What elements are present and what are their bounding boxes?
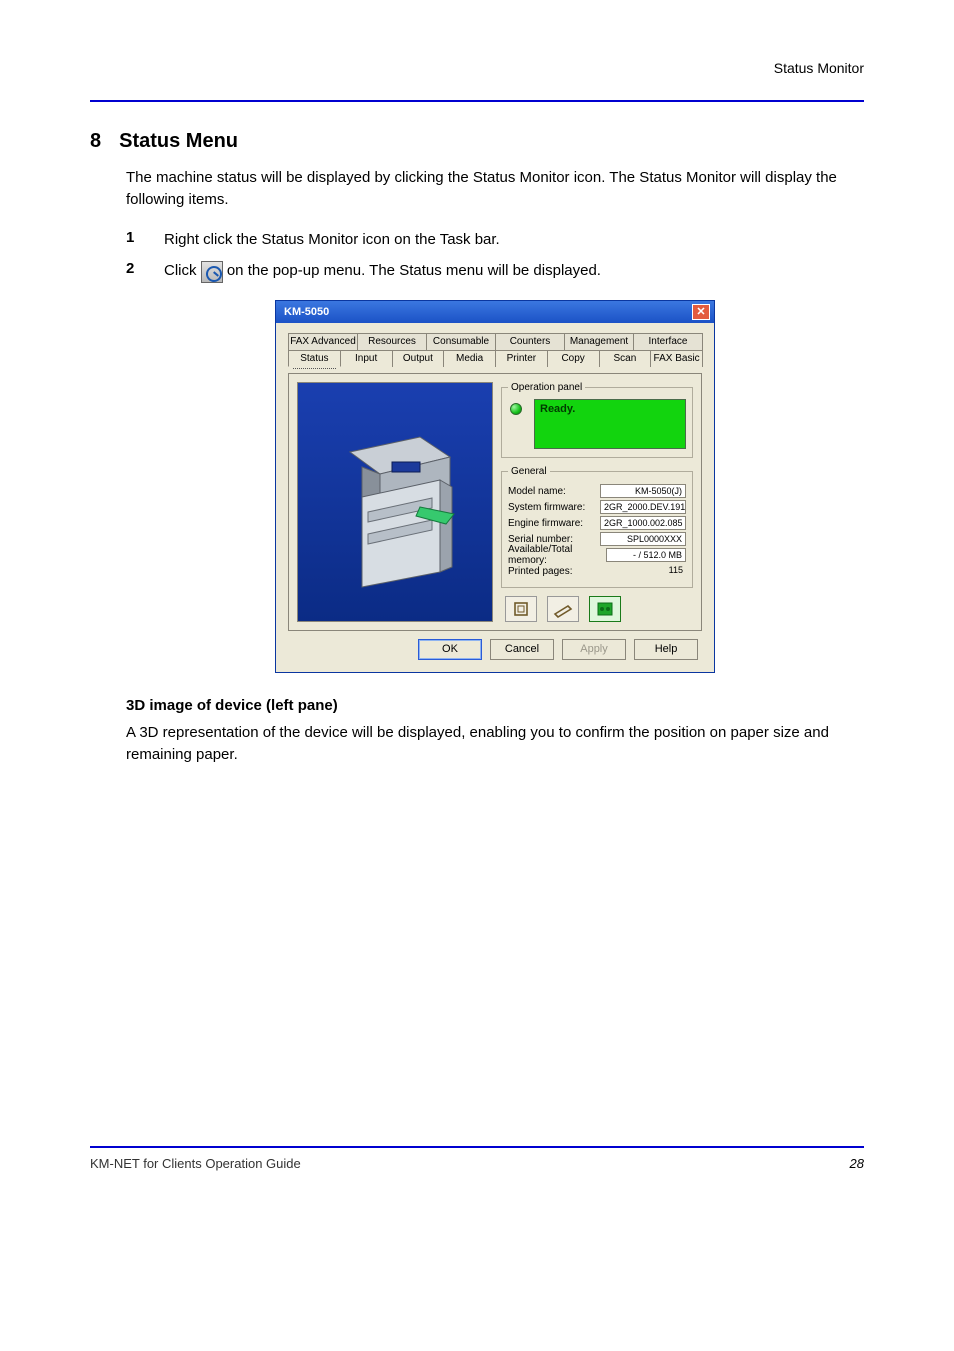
- operation-panel-legend: Operation panel: [508, 382, 585, 393]
- gen-val-sysfw: 2GR_2000.DEV.191: [600, 500, 686, 514]
- step-1-text: Right click the Status Monitor icon on t…: [164, 229, 500, 251]
- device-3d-view: [297, 382, 493, 622]
- step-1-number: 1: [126, 229, 146, 246]
- close-icon: ✕: [696, 307, 705, 318]
- tab-consumable[interactable]: Consumable: [426, 333, 496, 350]
- section-title: Status Menu: [119, 130, 238, 153]
- tab-resources[interactable]: Resources: [357, 333, 427, 350]
- gen-label-serial: Serial number:: [508, 534, 600, 545]
- gen-val-model: KM-5050(J): [600, 484, 686, 498]
- step-2-before: Click: [164, 262, 201, 279]
- ok-button[interactable]: OK: [418, 639, 482, 660]
- tab-scan[interactable]: Scan: [599, 350, 652, 367]
- gen-label-memory: Available/Total memory:: [508, 544, 606, 566]
- tab-input[interactable]: Input: [340, 350, 393, 367]
- section-number: 8: [90, 130, 101, 153]
- tab-copy[interactable]: Copy: [547, 350, 600, 367]
- tab-output[interactable]: Output: [392, 350, 445, 367]
- tabs-row-back: FAX Advanced Resources Consumable Counte…: [288, 333, 702, 350]
- general-legend: General: [508, 466, 550, 477]
- status-dialog: KM-5050 ✕ FAX Advanced Resources Consuma…: [275, 300, 715, 673]
- gen-val-engfw: 2GR_1000.002.085: [600, 516, 686, 530]
- gen-val-serial: SPL0000XXX: [600, 532, 686, 546]
- lcd-display: Ready.: [534, 399, 686, 449]
- tab-counters[interactable]: Counters: [495, 333, 565, 350]
- tab-management[interactable]: Management: [564, 333, 634, 350]
- tab-status[interactable]: Status: [288, 350, 341, 367]
- operation-panel-group: Operation panel Ready.: [501, 382, 693, 458]
- tab-fax-advanced[interactable]: FAX Advanced: [288, 333, 358, 350]
- cancel-button[interactable]: Cancel: [490, 639, 554, 660]
- view-mode-icons: [501, 596, 693, 622]
- general-group: General Model name:KM-5050(J) System fir…: [501, 466, 693, 588]
- footer-page-number: 28: [850, 1156, 864, 1171]
- wrench-icon: [201, 261, 223, 283]
- tab-interface[interactable]: Interface: [633, 333, 703, 350]
- tabs-row-front: Status Input Output Media Printer Copy S…: [288, 350, 702, 367]
- header-label: Status Monitor: [774, 60, 864, 76]
- apply-button[interactable]: Apply: [562, 639, 626, 660]
- dialog-title: KM-5050: [284, 306, 329, 318]
- view-front-icon[interactable]: [505, 596, 537, 622]
- help-button[interactable]: Help: [634, 639, 698, 660]
- close-button[interactable]: ✕: [692, 304, 710, 320]
- device-heading: 3D image of device (left pane): [126, 697, 864, 714]
- tab-fax-basic[interactable]: FAX Basic: [650, 350, 703, 367]
- gen-val-memory: - / 512.0 MB: [606, 548, 686, 562]
- printer-device-icon: [320, 412, 470, 592]
- step-2-text: Click on the pop-up menu. The Status men…: [164, 260, 601, 282]
- footer-doc-title: KM-NET for Clients Operation Guide: [90, 1156, 301, 1171]
- gen-val-pages: 115: [600, 564, 686, 578]
- gen-label-sysfw: System firmware:: [508, 502, 600, 513]
- gen-label-engfw: Engine firmware:: [508, 518, 600, 529]
- gen-label-pages: Printed pages:: [508, 566, 600, 577]
- gen-label-model: Model name:: [508, 486, 600, 497]
- step-2-after: on the pop-up menu. The Status menu will…: [227, 262, 601, 279]
- section-intro: The machine status will be displayed by …: [126, 167, 864, 211]
- tab-panel-status: Operation panel Ready. General Model nam…: [288, 373, 702, 631]
- device-body: A 3D representation of the device will b…: [126, 722, 864, 766]
- tab-printer[interactable]: Printer: [495, 350, 548, 367]
- status-led-icon: [510, 403, 522, 415]
- view-side-icon[interactable]: [547, 596, 579, 622]
- view-3d-icon[interactable]: [589, 596, 621, 622]
- footer-rule: [90, 1146, 864, 1148]
- step-2-number: 2: [126, 260, 146, 277]
- tab-media[interactable]: Media: [443, 350, 496, 367]
